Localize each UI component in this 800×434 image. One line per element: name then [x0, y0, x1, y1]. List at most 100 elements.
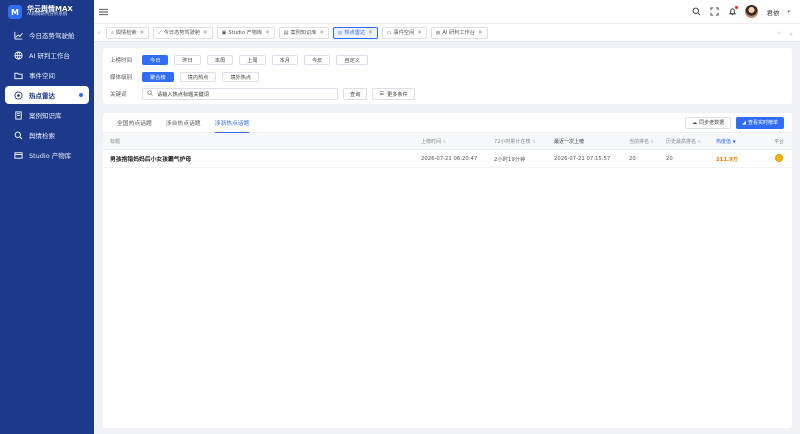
username[interactable]: 君依	[766, 7, 779, 17]
brand-logo: M	[8, 5, 22, 19]
sidebar-item-search[interactable]: 舆情检索	[5, 126, 89, 144]
fullscreen-icon[interactable]	[709, 7, 719, 17]
search-icon[interactable]	[691, 7, 701, 17]
level-option-domestic[interactable]: 境内热点	[179, 72, 217, 82]
time-option-this-month[interactable]: 本月	[271, 55, 298, 65]
tabs-bar: ‹ ⌕ 舆情检索 ✕ ⟋ 今日态势驾驶舱 ✕ ▣ Studio 产物库 ✕ ▤ 案例知识库 ✕ …	[94, 24, 800, 42]
keyword-label: 关键词	[110, 92, 127, 98]
chevron-right-icon[interactable]: ›	[777, 29, 780, 37]
tab-hot-radar[interactable]: ◎ 热点雷达 ✕	[333, 26, 378, 39]
radar-icon: ◎	[338, 29, 343, 36]
sidebar-item-label: 案例知识库	[29, 112, 62, 120]
cloud-icon: ☁	[692, 119, 698, 126]
tab-dashboard[interactable]: ⟋ 今日态势驾驶舱 ✕	[153, 26, 213, 39]
close-icon[interactable]: ✕	[203, 30, 208, 36]
keyword-search-input[interactable]: 请输入热点标题关键词	[142, 88, 338, 100]
folder-icon	[13, 70, 23, 80]
tab-case-library[interactable]: ▤ 案例知识库 ✕	[278, 26, 330, 39]
subtab-zhejiang[interactable]: 涉浙热点话题	[214, 113, 250, 133]
more-conditions-button[interactable]: ☰ 更多条件	[372, 88, 415, 100]
sort-desc-icon[interactable]: ▼	[733, 139, 736, 144]
table-row[interactable]: 男孩抱错妈妈后小女孩霸气护母 2026-07-21 06:20:47 2小时19…	[103, 150, 792, 168]
time-option-this-week[interactable]: 本周	[206, 55, 234, 65]
tab-label: Studio 产物库	[228, 30, 263, 36]
sort-icon[interactable]: ⇅	[443, 139, 446, 144]
chevron-left-icon[interactable]: ‹	[94, 29, 104, 37]
search-icon	[147, 90, 153, 98]
sidebar-item-hot-radar[interactable]: 热点雷达	[5, 86, 89, 104]
top-bar: 君依 ▾	[94, 0, 800, 24]
close-icon[interactable]: ✕	[417, 30, 422, 36]
brand[interactable]: M 华云舆情MAX AI舆情研判分析系统	[0, 0, 94, 24]
col-rank-label: 当前排名	[629, 138, 650, 145]
col-best[interactable]: 历史最高排名 ⇅	[666, 138, 716, 145]
sidebar-item-dashboard[interactable]: 今日态势驾驶舱	[5, 26, 89, 44]
tab-ai-workbench[interactable]: ◍ AI 研判工作台 ✕	[430, 26, 488, 39]
sidebar-item-label: 热点雷达	[29, 92, 55, 100]
hot-topics-panel: 全国热点话题 涉台热点话题 涉浙热点话题 ☁ 同步老数据 ◢ 查看实时榜单 标题 上…	[103, 113, 792, 428]
sync-old-data-button[interactable]: ☁ 同步老数据	[685, 116, 732, 129]
sidebar-item-ai-workbench[interactable]: AI 研判工作台	[5, 46, 89, 64]
time-option-last-week[interactable]: 上周	[239, 55, 266, 65]
level-option-overseas[interactable]: 境外热点	[222, 72, 260, 82]
col-heat[interactable]: 热度值 ▼	[716, 138, 766, 145]
level-label: 媒体级别	[110, 75, 133, 81]
time-option-this-year[interactable]: 今年	[303, 55, 331, 65]
col-time[interactable]: 上榜时间 ⇅	[421, 138, 494, 145]
tab-label: 热点雷达	[344, 30, 366, 36]
realtime-label: 查看实时榜单	[747, 120, 778, 126]
close-icon[interactable]: ✕	[478, 30, 483, 36]
sidebar-item-studio[interactable]: Studio 产物库	[5, 146, 89, 164]
sidebar-item-label: Studio 产物库	[29, 152, 72, 160]
subtab-taiwan[interactable]: 涉台热点话题	[166, 113, 201, 133]
chevron-down-icon[interactable]: ▾	[787, 9, 790, 15]
view-realtime-button[interactable]: ◢ 查看实时榜单	[736, 116, 784, 129]
box-icon: ▣	[221, 29, 227, 36]
query-button[interactable]: 查询	[343, 88, 368, 100]
col-duration[interactable]: 72小时累计在榜 ⇅	[494, 138, 554, 145]
col-platform: 平台	[773, 138, 784, 145]
search-icon	[13, 130, 23, 140]
sort-icon[interactable]: ⇅	[698, 139, 701, 144]
trend-icon	[13, 30, 23, 40]
tab-search[interactable]: ⌕ 舆情检索 ✕	[106, 26, 150, 39]
sidebar-item-label: 舆情检索	[29, 132, 55, 140]
row-duration: 2小时19分钟	[494, 156, 526, 163]
row-best: 20	[666, 155, 673, 162]
tab-studio[interactable]: ▣ Studio 产物库 ✕	[216, 26, 275, 39]
time-option-custom[interactable]: 自定义	[336, 55, 368, 65]
col-best-label: 历史最高排名	[666, 138, 697, 145]
col-heat-label: 热度值	[716, 138, 732, 145]
level-option-aggregate[interactable]: 聚合榜	[142, 72, 174, 82]
notification-dot	[735, 5, 739, 9]
sidebar-item-case-library[interactable]: 案例知识库	[5, 106, 89, 124]
col-time-label: 上榜时间	[421, 138, 442, 145]
tab-event-space[interactable]: ▭ 事件空间 ✕	[381, 26, 427, 39]
col-last: 最近一次上榜	[554, 138, 585, 145]
close-icon[interactable]: ✕	[140, 30, 145, 36]
bell-icon[interactable]	[727, 5, 739, 17]
row-title[interactable]: 男孩抱错妈妈后小女孩霸气护母	[103, 154, 421, 163]
subtab-national[interactable]: 全国热点话题	[117, 113, 152, 133]
sidebar-item-event-space[interactable]: 事件空间	[5, 66, 89, 84]
col-rank[interactable]: 当前排名 ⇅	[629, 138, 666, 145]
time-option-yesterday[interactable]: 昨日	[174, 55, 201, 65]
sync-label: 同步老数据	[699, 120, 725, 126]
sort-icon[interactable]: ⇅	[532, 139, 535, 144]
book-icon	[13, 110, 23, 120]
table-header: 标题 上榜时间 ⇅ 72小时累计在榜 ⇅ 最近一次上榜 当前排名 ⇅ 历史最高排…	[103, 133, 792, 150]
menu-toggle-icon[interactable]	[97, 6, 109, 18]
close-icon[interactable]: ✕	[265, 30, 270, 36]
col-title: 标题	[110, 138, 121, 145]
tab-label: 舆情检索	[115, 30, 137, 36]
active-dot	[79, 93, 83, 97]
row-last: 2026-07-21 07:15:57	[554, 155, 611, 162]
avatar[interactable]	[745, 5, 759, 18]
close-icon[interactable]: ✕	[368, 30, 373, 36]
globe-icon: ◍	[435, 29, 441, 36]
sort-icon[interactable]: ⇅	[651, 139, 654, 144]
chevron-down-icon[interactable]: ⌄	[788, 29, 794, 37]
row-heat: 211.9万	[716, 156, 739, 163]
time-option-today[interactable]: 今日	[142, 55, 169, 65]
close-icon[interactable]: ✕	[319, 30, 324, 36]
